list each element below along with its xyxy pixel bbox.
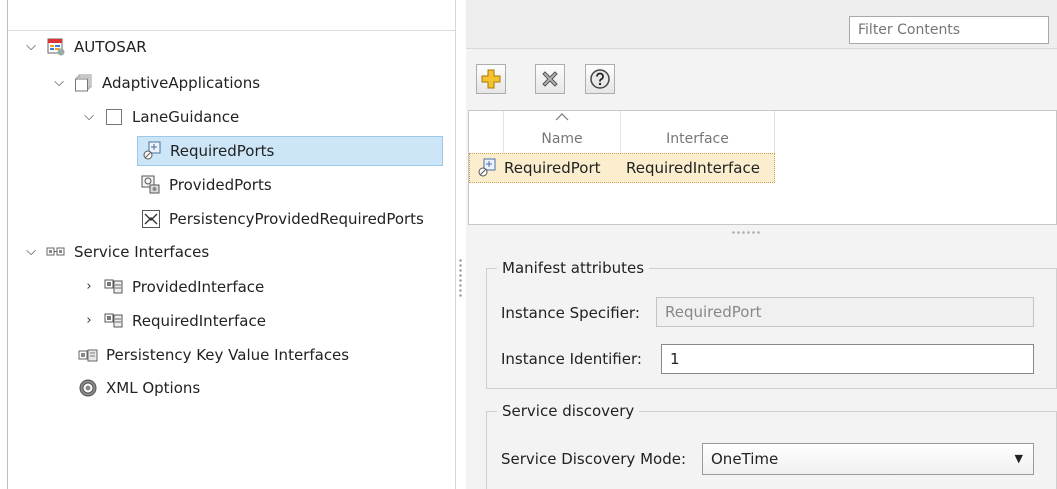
tree-item-label: Persistency Key Value Interfaces xyxy=(106,346,350,364)
table-row[interactable]: RequiredPort RequiredInterface xyxy=(469,153,775,183)
provided-port-icon xyxy=(141,175,161,195)
service-interfaces-icon xyxy=(46,242,66,262)
cell-name: RequiredPort xyxy=(504,159,601,177)
tree-item-label: RequiredInterface xyxy=(132,312,266,330)
tree-item-provided-ports[interactable]: ProvidedPorts xyxy=(141,171,272,199)
service-discovery-group: Service discovery Service Discovery Mode… xyxy=(486,402,1057,489)
add-button[interactable] xyxy=(476,64,506,94)
tree-item-lane-guidance[interactable]: ⌵ LaneGuidance xyxy=(82,103,239,131)
chevron-right-icon[interactable]: › xyxy=(82,280,96,294)
help-icon xyxy=(590,69,610,89)
horizontal-splitter-handle[interactable] xyxy=(731,231,761,234)
tree-item-label: AdaptiveApplications xyxy=(102,74,261,92)
column-header-label: Interface xyxy=(666,131,729,147)
instance-specifier-field[interactable]: RequiredPort xyxy=(656,297,1034,327)
select-value: OneTime xyxy=(711,450,779,468)
help-button[interactable] xyxy=(585,64,615,94)
tree-panel-border xyxy=(7,0,8,489)
tree-item-label: ProvidedInterface xyxy=(132,278,265,296)
table-header-blank xyxy=(469,111,504,153)
tree-panel: ⌵ AUTOSAR ⌵ AdaptiveApplications ⌵ LaneG… xyxy=(0,0,456,489)
tree-item-label: ProvidedPorts xyxy=(169,176,272,194)
interface-icon xyxy=(104,277,124,297)
required-port-icon xyxy=(470,158,504,178)
interface-icon xyxy=(104,311,124,331)
instance-identifier-label: Instance Identifier: xyxy=(501,350,642,368)
tree-item-label: PersistencyProvidedRequiredPorts xyxy=(169,210,424,228)
dropdown-arrow-icon: ▼ xyxy=(1014,452,1023,465)
tree-item-label: Service Interfaces xyxy=(74,243,210,261)
tree-item-required-interface[interactable]: › RequiredInterface xyxy=(82,307,266,335)
tree-item-persistency-kv-interfaces[interactable]: Persistency Key Value Interfaces xyxy=(78,341,349,369)
service-discovery-mode-label: Service Discovery Mode: xyxy=(501,450,687,468)
chevron-down-icon[interactable]: ⌵ xyxy=(24,245,38,259)
chevron-down-icon[interactable]: ⌵ xyxy=(82,110,96,124)
table-header-name[interactable]: Name xyxy=(504,111,621,153)
autosar-icon xyxy=(46,37,66,57)
cell-interface: RequiredInterface xyxy=(626,159,760,177)
service-discovery-mode-select[interactable]: OneTime ▼ xyxy=(702,443,1034,475)
tree-item-xml-options[interactable]: XML Options xyxy=(78,374,200,402)
tree-item-autosar[interactable]: ⌵ AUTOSAR xyxy=(24,33,147,61)
column-header-label: Name xyxy=(541,131,583,147)
chevron-down-icon[interactable]: ⌵ xyxy=(52,76,66,90)
manifest-attributes-group: Manifest attributes Instance Specifier: … xyxy=(486,259,1057,389)
sort-ascending-icon xyxy=(555,113,569,121)
tree-item-label: AUTOSAR xyxy=(74,38,147,56)
ports-table: Name Interface RequiredPort RequiredInte… xyxy=(468,110,1057,225)
instance-identifier-field[interactable]: 1 xyxy=(661,344,1034,374)
tree-item-label: LaneGuidance xyxy=(132,108,240,126)
chevron-down-icon[interactable]: ⌵ xyxy=(24,40,38,54)
instance-specifier-label: Instance Specifier: xyxy=(501,304,640,322)
persistency-interfaces-icon xyxy=(78,345,98,365)
persistency-port-icon xyxy=(141,209,161,229)
group-legend: Manifest attributes xyxy=(497,259,650,277)
filter-contents-input[interactable] xyxy=(849,16,1049,44)
tree-item-label: RequiredPorts xyxy=(170,142,275,160)
tree-item-persistency-ports[interactable]: PersistencyProvidedRequiredPorts xyxy=(141,205,424,233)
chevron-right-icon[interactable]: › xyxy=(82,314,96,328)
tree-item-service-interfaces[interactable]: ⌵ Service Interfaces xyxy=(24,238,209,266)
gear-icon xyxy=(78,378,98,398)
group-legend: Service discovery xyxy=(497,402,640,420)
folder-stack-icon xyxy=(74,73,94,93)
properties-panel: Name Interface RequiredPort RequiredInte… xyxy=(466,0,1057,489)
tree-item-adaptive-applications[interactable]: ⌵ AdaptiveApplications xyxy=(52,69,260,97)
vertical-splitter-handle[interactable] xyxy=(459,258,462,298)
tree-panel-header xyxy=(8,0,455,31)
tree-item-label: XML Options xyxy=(106,379,201,397)
delete-button[interactable] xyxy=(535,64,565,94)
component-icon xyxy=(104,107,124,127)
add-icon xyxy=(481,69,501,89)
required-port-icon xyxy=(142,141,162,161)
table-header-interface[interactable]: Interface xyxy=(621,111,775,153)
delete-icon xyxy=(542,71,558,87)
tree-item-required-ports[interactable]: RequiredPorts xyxy=(137,136,443,166)
tree-item-provided-interface[interactable]: › ProvidedInterface xyxy=(82,273,264,301)
